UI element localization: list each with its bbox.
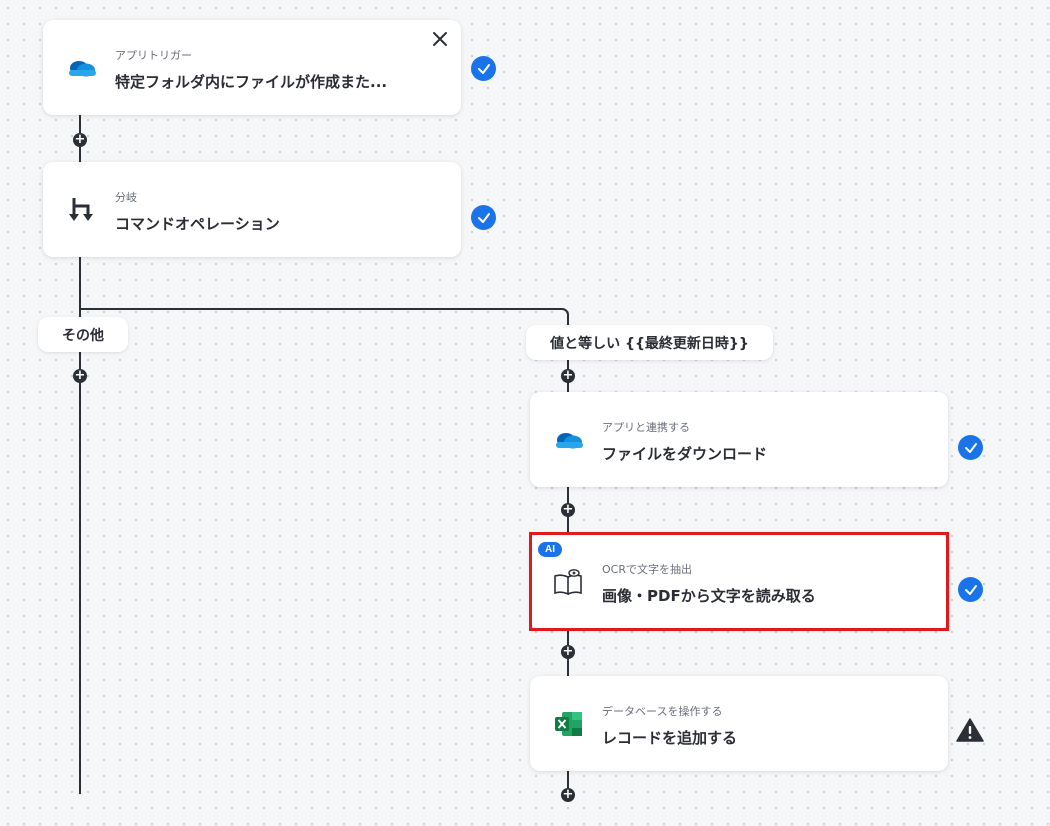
node-title: 特定フォルダ内にファイルが作成また...: [115, 73, 388, 91]
node-title: 画像・PDFから文字を読み取る: [602, 587, 816, 605]
branch-icon: [65, 195, 99, 225]
node-subtitle: アプリと連携する: [602, 421, 690, 434]
branch-connector-line: [79, 308, 563, 310]
add-step-button[interactable]: +: [561, 503, 575, 517]
branch-label-other[interactable]: その他: [38, 317, 128, 352]
node-subtitle: データベースを操作する: [602, 705, 723, 718]
close-icon[interactable]: [431, 30, 449, 48]
status-check-icon: [958, 577, 983, 602]
add-step-button[interactable]: +: [73, 369, 87, 383]
onedrive-cloud-icon: [65, 53, 99, 83]
node-title: ファイルをダウンロード: [602, 445, 768, 463]
status-check-icon: [471, 205, 496, 230]
branch-card[interactable]: 分岐 コマンドオペレーション: [43, 162, 461, 257]
warning-icon: [956, 717, 984, 743]
onedrive-cloud-icon: [552, 425, 586, 455]
node-title: コマンドオペレーション: [115, 215, 280, 233]
excel-icon: [552, 709, 586, 739]
add-step-button[interactable]: +: [73, 133, 87, 147]
branch-label-equals[interactable]: 値と等しい {{最終更新日時}}: [526, 325, 773, 360]
add-step-button[interactable]: +: [561, 369, 575, 383]
ai-badge: AI: [538, 542, 562, 557]
node-subtitle: OCRで文字を抽出: [602, 563, 692, 576]
node-title: レコードを追加する: [602, 729, 738, 747]
add-step-button[interactable]: +: [561, 645, 575, 659]
trigger-card[interactable]: アプリトリガー 特定フォルダ内にファイルが作成また...: [43, 20, 461, 115]
add-step-button[interactable]: +: [561, 788, 575, 802]
download-card[interactable]: アプリと連携する ファイルをダウンロード: [530, 392, 948, 487]
status-check-icon: [958, 435, 983, 460]
node-subtitle: 分岐: [115, 191, 137, 204]
node-subtitle: アプリトリガー: [115, 49, 192, 62]
status-check-icon: [471, 56, 496, 81]
excel-card[interactable]: データベースを操作する レコードを追加する: [530, 676, 948, 771]
ocr-book-icon: [552, 567, 586, 597]
ocr-card[interactable]: AI OCRで文字を抽出 画像・PDFから文字を読み取る: [530, 534, 948, 629]
